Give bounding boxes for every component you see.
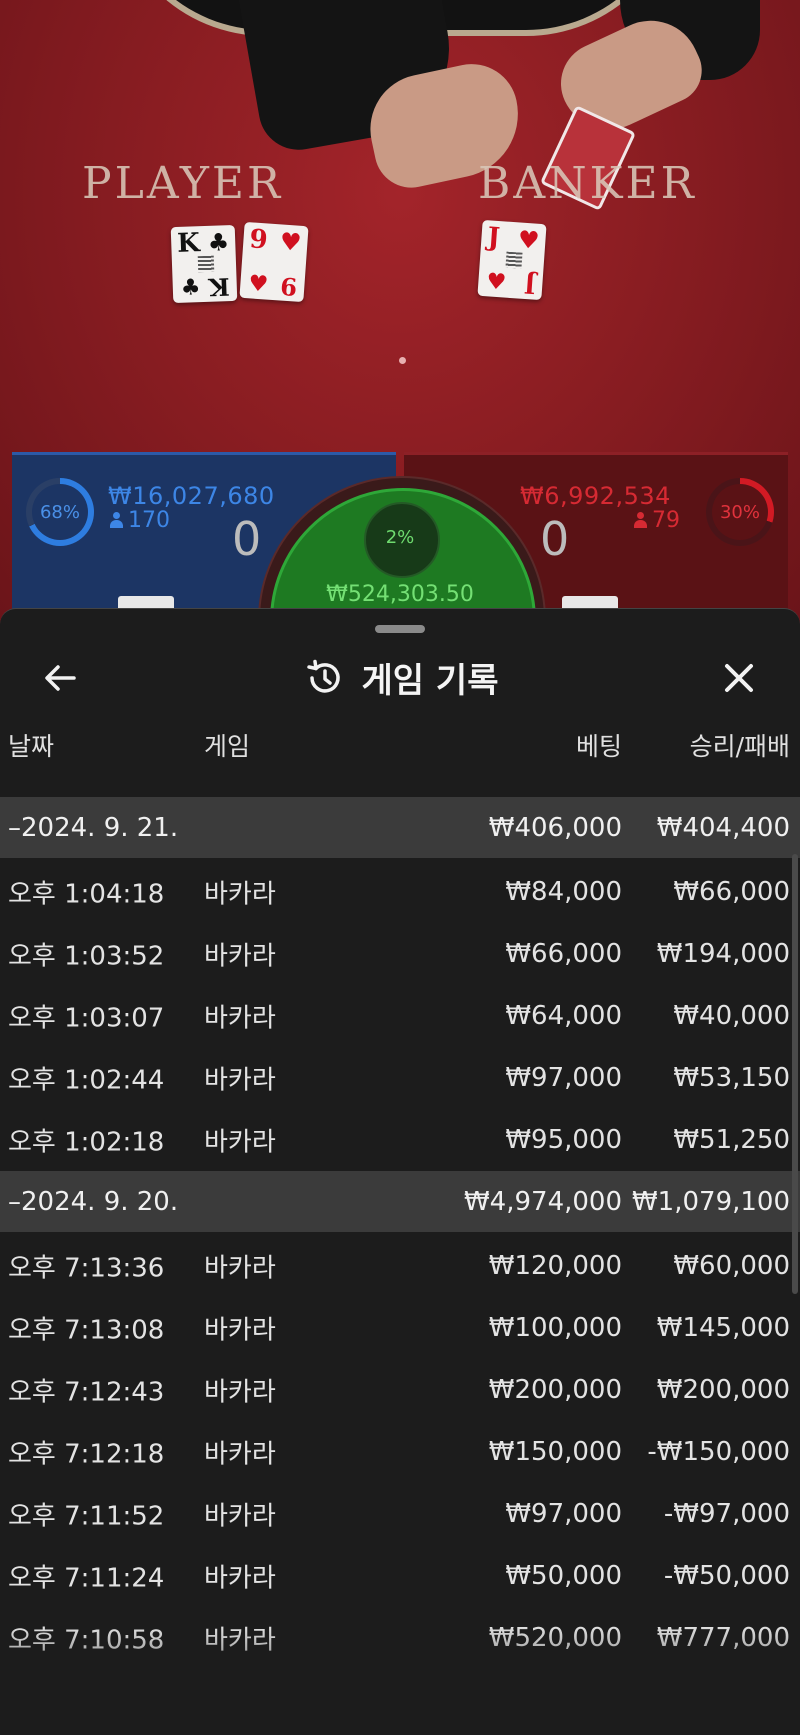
history-row[interactable]: 오후 1:03:52 바카라 ₩66,000 ₩194,000 — [0, 923, 800, 985]
history-row[interactable]: 오후 1:02:44 바카라 ₩97,000 ₩53,150 — [0, 1047, 800, 1109]
player-score: 0 — [232, 512, 262, 566]
user-icon — [634, 512, 647, 528]
column-result: 승리/패배 — [689, 732, 790, 761]
tie-percent: 2% — [385, 527, 415, 548]
banker-score: 0 — [540, 512, 570, 566]
history-icon — [306, 659, 340, 693]
scrollbar[interactable] — [792, 854, 798, 1294]
banker-label: BANKER — [478, 158, 697, 209]
column-game: 게임 — [204, 732, 251, 761]
banker-bet-amount: ₩6,992,534 — [520, 482, 671, 510]
history-row[interactable]: 오후 7:13:08 바카라 ₩100,000 ₩145,000 — [0, 1297, 800, 1359]
history-row[interactable]: 오후 7:10:58 바카라 ₩520,000 ₩777,000 — [0, 1607, 800, 1669]
sheet-header: 게임 기록 — [0, 653, 800, 705]
column-date: 날짜 — [8, 732, 55, 761]
live-table-video: PLAYER BANKER K ♣ ♣ K 9 ♥ ♥ 9 J ♥ ♥ J 68… — [0, 0, 800, 640]
history-row[interactable]: 오후 7:11:24 바카라 ₩50,000 -₩50,000 — [0, 1545, 800, 1607]
player-count: 170 — [110, 508, 170, 533]
user-icon — [110, 512, 123, 528]
player-bet-amount: ₩16,027,680 — [108, 482, 275, 510]
history-list: –2024. 9. 21. ₩406,000 ₩404,400 오후 1:04:… — [0, 797, 800, 1669]
history-row[interactable]: 오후 7:12:18 바카라 ₩150,000 -₩150,000 — [0, 1421, 800, 1483]
banker-percent: 30% — [719, 502, 760, 523]
player-card-1: K ♣ ♣ K — [170, 224, 238, 304]
history-row[interactable]: 오후 7:13:36 바카라 ₩120,000 ₩60,000 — [0, 1235, 800, 1297]
date-group-header[interactable]: –2024. 9. 21. ₩406,000 ₩404,400 — [0, 797, 800, 858]
history-row[interactable]: 오후 7:12:43 바카라 ₩200,000 ₩200,000 — [0, 1359, 800, 1421]
tie-bet-amount: ₩524,303.50 — [326, 582, 474, 607]
date-group-header[interactable]: –2024. 9. 20. ₩4,974,000 ₩1,079,100 — [0, 1171, 800, 1232]
drag-handle[interactable] — [375, 625, 425, 633]
game-history-sheet: 게임 기록 날짜 게임 베팅 승리/패배 –2024. 9. 21. ₩406,… — [0, 608, 800, 1735]
banker-card-1: J ♥ ♥ J — [477, 219, 547, 301]
column-bet: 베팅 — [575, 732, 622, 761]
table-marker — [399, 357, 406, 364]
history-row[interactable]: 오후 1:03:07 바카라 ₩64,000 ₩40,000 — [0, 985, 800, 1047]
close-button[interactable] — [714, 653, 764, 703]
page-title: 게임 기록 — [361, 661, 499, 701]
column-headers: 날짜 게임 베팅 승리/패배 — [0, 727, 800, 767]
history-row[interactable]: 오후 1:02:18 바카라 ₩95,000 ₩51,250 — [0, 1109, 800, 1171]
close-icon — [725, 664, 753, 692]
history-row[interactable]: 오후 1:04:18 바카라 ₩84,000 ₩66,000 — [0, 861, 800, 923]
banker-count: 79 — [634, 508, 680, 533]
player-percent: 68% — [39, 502, 80, 523]
player-card-2: 9 ♥ ♥ 9 — [239, 221, 309, 303]
history-row[interactable]: 오후 7:11:52 바카라 ₩97,000 -₩97,000 — [0, 1483, 800, 1545]
player-label: PLAYER — [82, 158, 284, 209]
